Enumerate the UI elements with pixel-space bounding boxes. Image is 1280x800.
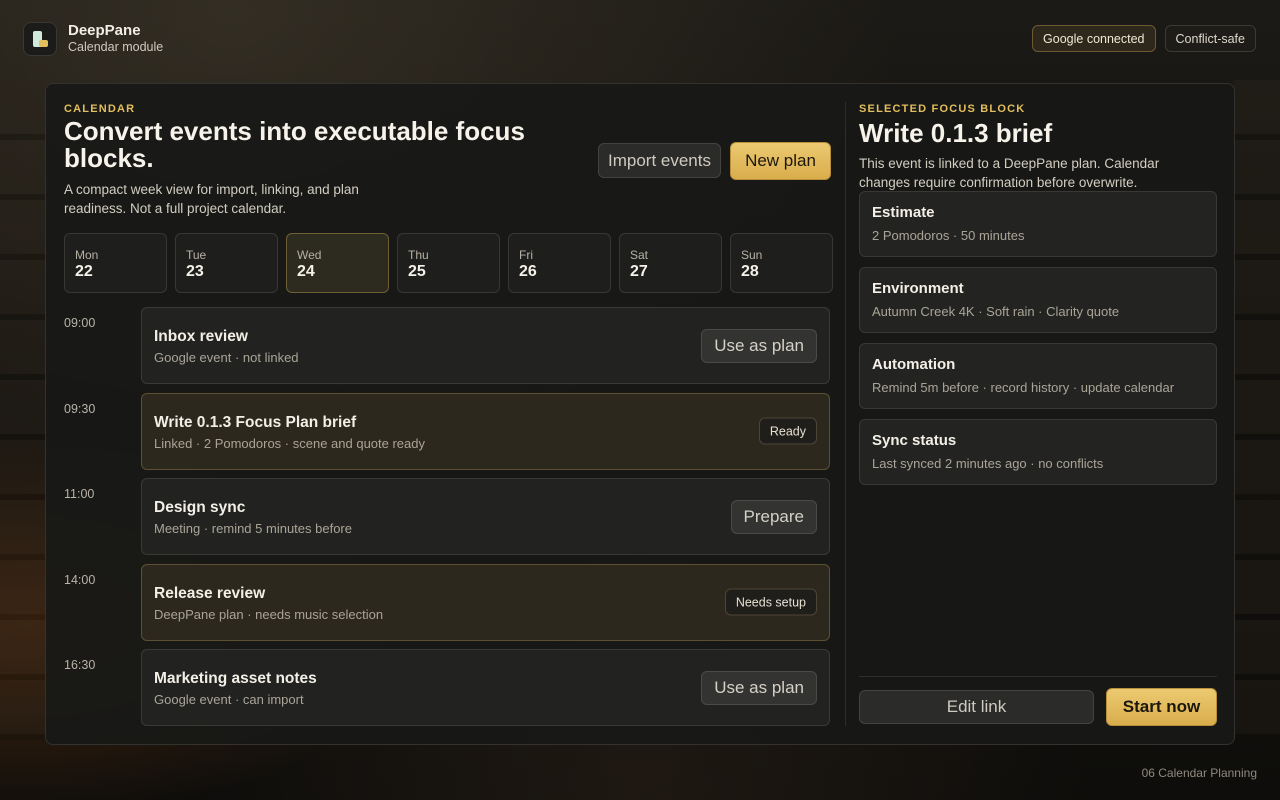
day-name: Sun — [741, 248, 763, 262]
day-thu[interactable]: Thu 25 — [397, 233, 500, 293]
card-title: Automation — [872, 356, 956, 373]
brand-name: DeepPane — [68, 22, 141, 39]
import-events-button[interactable]: Import events — [598, 143, 721, 178]
prepare-button[interactable]: Prepare — [730, 499, 817, 534]
day-fri[interactable]: Fri 26 — [508, 233, 611, 293]
day-number: 25 — [408, 263, 426, 280]
day-name: Thu — [408, 248, 429, 262]
deeppane-logo-icon — [23, 22, 57, 56]
event-meta: DeepPane plan · needs music selection — [154, 606, 384, 622]
event-meta: Meeting · remind 5 minutes before — [154, 521, 352, 536]
new-plan-button[interactable]: New plan — [730, 142, 831, 180]
focus-description: This event is linked to a DeepPane plan.… — [859, 156, 1160, 190]
event-card[interactable]: Release review DeepPane plan · needs mus… — [141, 563, 830, 641]
status-pills: Google connected Conflict-safe — [1032, 25, 1256, 52]
card-subtitle: 2 Pomodoros · 50 minutes — [872, 228, 1025, 243]
main-panel: CALENDAR Convert events into executable … — [45, 83, 1235, 745]
day-number: 27 — [630, 263, 648, 280]
screen-label: 06 Calendar Planning — [1141, 766, 1257, 780]
estimate-card[interactable]: Estimate 2 Pomodoros · 50 minutes — [859, 191, 1217, 257]
day-tue[interactable]: Tue 23 — [175, 233, 278, 293]
schedule-slot: 09:30 Write 0.1.3 Focus Plan brief Linke… — [64, 392, 830, 479]
focus-eyebrow: SELECTED FOCUS BLOCK — [859, 103, 1026, 115]
card-subtitle: Remind 5m before · record history · upda… — [872, 380, 1175, 395]
day-sun[interactable]: Sun 28 — [730, 233, 833, 293]
schedule-slot: 14:00 Release review DeepPane plan · nee… — [64, 563, 830, 650]
background-bookshelf-right — [1234, 80, 1280, 740]
google-connected-pill[interactable]: Google connected — [1032, 25, 1156, 52]
day-number: 28 — [741, 263, 759, 280]
card-title: Environment — [872, 280, 964, 297]
day-name: Sat — [630, 248, 649, 262]
event-title: Release review — [154, 584, 266, 602]
card-title: Sync status — [872, 432, 957, 449]
calendar-headline: Convert events into executable focus blo… — [64, 116, 525, 173]
day-number: 23 — [186, 263, 204, 280]
brand: DeepPane Calendar module — [23, 22, 163, 56]
conflict-safe-pill[interactable]: Conflict-safe — [1164, 25, 1256, 52]
card-title: Estimate — [872, 204, 935, 221]
day-wed[interactable]: Wed 24 — [286, 233, 389, 293]
calendar-eyebrow: CALENDAR — [64, 103, 136, 115]
event-title: Design sync — [154, 499, 246, 516]
slot-time: 09:30 — [64, 401, 96, 416]
calendar-subcopy: A compact week view for import, linking,… — [64, 182, 359, 216]
focus-title: Write 0.1.3 brief — [859, 118, 1053, 148]
event-title: Write 0.1.3 Focus Plan brief — [154, 413, 357, 431]
week-day-strip: Mon 22 Tue 23 Wed 24 Thu 25 Fri 26 Sat 2… — [64, 233, 833, 293]
card-subtitle: Last synced 2 minutes ago · no conflicts — [872, 456, 1104, 471]
slot-time: 11:00 — [64, 487, 95, 501]
slot-time: 14:00 — [64, 572, 96, 587]
schedule-slot: 11:00 Design sync Meeting · remind 5 min… — [64, 478, 830, 564]
day-name: Mon — [75, 248, 99, 262]
background-bookshelf-left — [0, 80, 46, 740]
day-name: Fri — [519, 248, 533, 262]
focus-block-section: SELECTED FOCUS BLOCK Write 0.1.3 brief T… — [859, 103, 1217, 727]
edit-link-button[interactable]: Edit link — [859, 690, 1094, 724]
day-number: 24 — [297, 263, 315, 280]
environment-card[interactable]: Environment Autumn Creek 4K · Soft rain … — [859, 267, 1217, 333]
card-subtitle: Autumn Creek 4K · Soft rain · Clarity qu… — [872, 304, 1120, 319]
schedule-slot: 16:30 Marketing asset notes Google event… — [64, 649, 830, 735]
day-sat[interactable]: Sat 27 — [619, 233, 722, 293]
event-meta: Linked · 2 Pomodoros · scene and quote r… — [154, 435, 426, 451]
day-name: Tue — [186, 248, 207, 262]
needs-setup-badge: Needs setup — [724, 588, 817, 616]
schedule-list: 09:00 Inbox review Google event · not li… — [64, 307, 830, 735]
slot-time: 09:00 — [64, 316, 96, 330]
use-as-plan-button[interactable]: Use as plan — [701, 328, 817, 363]
day-number: 22 — [75, 263, 93, 280]
column-divider — [845, 102, 846, 726]
actions-divider — [859, 676, 1217, 677]
day-number: 26 — [519, 263, 537, 280]
use-as-plan-button[interactable]: Use as plan — [701, 670, 817, 705]
start-now-button[interactable]: Start now — [1106, 688, 1217, 726]
event-card[interactable]: Inbox review Google event · not linked U… — [141, 307, 830, 384]
event-card-selected[interactable]: Write 0.1.3 Focus Plan brief Linked · 2 … — [141, 392, 830, 470]
ready-badge: Ready — [758, 417, 817, 445]
brand-subtitle: Calendar module — [68, 40, 164, 54]
event-card[interactable]: Design sync Meeting · remind 5 minutes b… — [141, 478, 830, 555]
day-name: Wed — [297, 248, 322, 262]
sync-status-card[interactable]: Sync status Last synced 2 minutes ago · … — [859, 419, 1217, 485]
day-mon[interactable]: Mon 22 — [64, 233, 167, 293]
event-card[interactable]: Marketing asset notes Google event · can… — [141, 649, 830, 726]
schedule-slot: 09:00 Inbox review Google event · not li… — [64, 307, 830, 393]
slot-time: 16:30 — [64, 658, 96, 672]
focus-detail-cards: Estimate 2 Pomodoros · 50 minutes Enviro… — [859, 191, 1217, 495]
automation-card[interactable]: Automation Remind 5m before · record his… — [859, 343, 1217, 409]
